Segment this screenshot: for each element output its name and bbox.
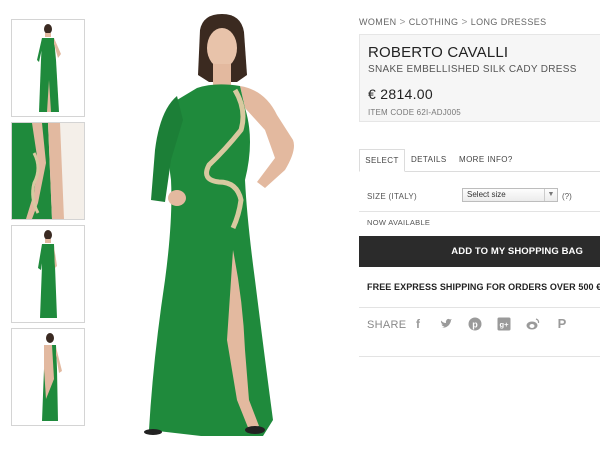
weibo-icon[interactable] (526, 317, 540, 331)
tab-more-info[interactable]: MORE INFO? (459, 149, 513, 171)
breadcrumb-separator: > (461, 17, 468, 28)
breadcrumb-women[interactable]: WOMEN (359, 17, 397, 27)
chevron-down-icon: ▼ (544, 189, 557, 201)
thumbnail-back[interactable] (11, 328, 85, 426)
tab-details[interactable]: DETAILS (411, 149, 447, 171)
breadcrumb-clothing[interactable]: CLOTHING (409, 17, 459, 27)
breadcrumb: WOMEN > CLOTHING > LONG DRESSES (359, 17, 547, 28)
google-plus-icon[interactable]: g+ (497, 317, 511, 331)
product-description: SNAKE EMBELLISHED SILK CADY DRESS (368, 64, 577, 75)
svg-text:g+: g+ (500, 320, 510, 329)
product-price: € 2814.00 (368, 86, 433, 102)
availability-status: NOW AVAILABLE (367, 218, 431, 227)
model-back-image (12, 123, 84, 219)
twitter-icon[interactable] (439, 317, 453, 331)
share-label: SHARE (367, 319, 407, 331)
shipping-notice: FREE EXPRESS SHIPPING FOR ORDERS OVER 50… (367, 282, 600, 292)
size-select-value: Select size (467, 190, 506, 199)
divider (359, 307, 600, 308)
size-help-link[interactable]: (?) (562, 192, 572, 201)
divider (359, 211, 600, 212)
thumbnail-front[interactable] (11, 19, 85, 117)
thumbnail-back-detail[interactable] (11, 122, 85, 220)
add-to-bag-button[interactable]: ADD TO MY SHOPPING BAG (359, 236, 600, 267)
brand-name: ROBERTO CAVALLI (368, 44, 509, 61)
p-icon[interactable]: P (555, 317, 569, 331)
thumbnail-gallery (11, 19, 85, 431)
size-select[interactable]: Select size ▼ (462, 188, 558, 202)
tab-select[interactable]: SELECT (359, 149, 405, 172)
model-rear-image (42, 333, 62, 421)
svg-text:p: p (472, 320, 478, 330)
model-side-image (38, 230, 57, 318)
facebook-icon[interactable]: f (411, 317, 425, 331)
breadcrumb-separator: > (399, 17, 406, 28)
breadcrumb-long-dresses[interactable]: LONG DRESSES (471, 17, 547, 27)
main-product-image (144, 14, 294, 437)
product-summary: ROBERTO CAVALLI SNAKE EMBELLISHED SILK C… (359, 34, 600, 122)
size-label: SIZE (ITALY) (367, 192, 417, 201)
pinterest-icon[interactable]: p (468, 317, 482, 331)
divider (359, 356, 600, 357)
thumbnail-side[interactable] (11, 225, 85, 323)
item-code: ITEM CODE 62I-ADJ005 (368, 108, 461, 117)
model-front-image (37, 24, 61, 112)
